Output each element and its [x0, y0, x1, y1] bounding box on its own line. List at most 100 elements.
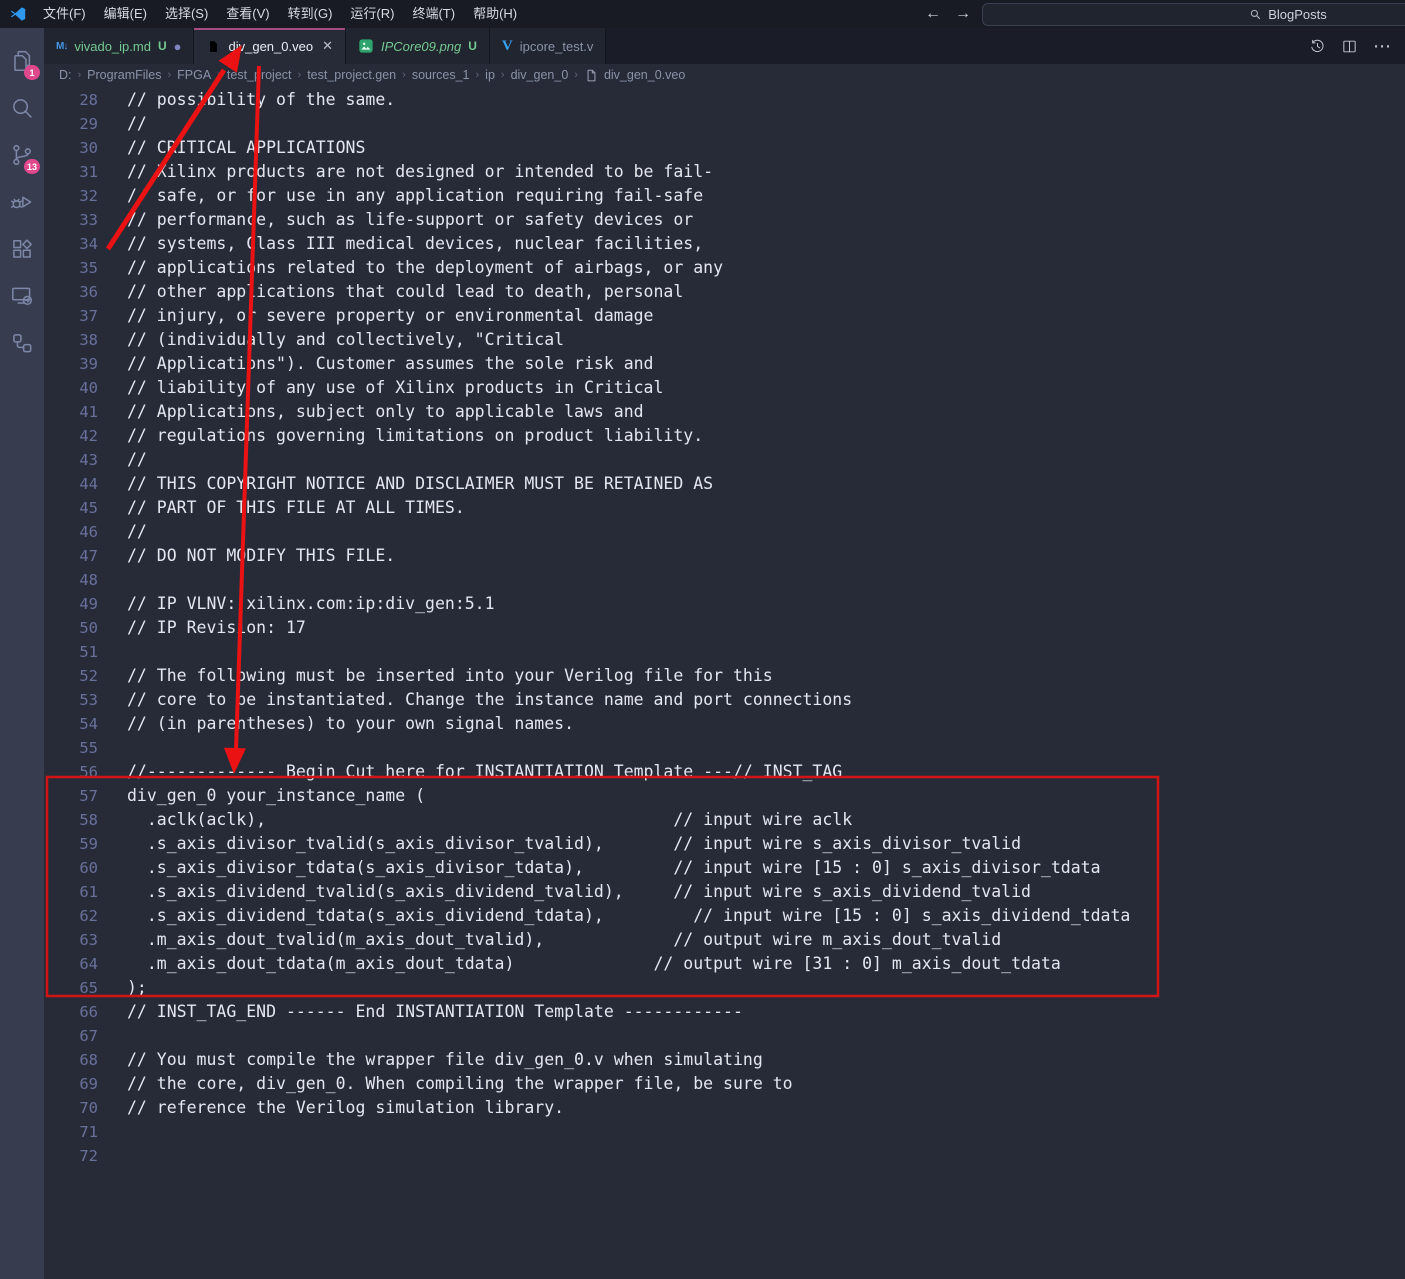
- file-icon: [206, 39, 221, 54]
- menu-selection[interactable]: 选择(S): [156, 0, 217, 28]
- command-center-search[interactable]: BlogPosts: [982, 3, 1405, 26]
- line-number: 31: [44, 160, 98, 184]
- code-text: // systems, Class III medical devices, n…: [127, 232, 703, 256]
- menu-file[interactable]: 文件(F): [34, 0, 95, 28]
- code-text: // IP VLNV: xilinx.com:ip:div_gen:5.1: [127, 592, 495, 616]
- line-number: 62: [44, 904, 98, 928]
- source-control-icon[interactable]: 13: [0, 131, 44, 178]
- code-text: .aclk(aclk), // input wire aclk: [127, 808, 852, 832]
- code-editor[interactable]: 28// possibility of the same.29//30// CR…: [44, 86, 1405, 1279]
- code-line: 64 .m_axis_dout_tdata(m_axis_dout_tdata)…: [44, 952, 1405, 976]
- code-line: 62 .s_axis_dividend_tdata(s_axis_dividen…: [44, 904, 1405, 928]
- tab-div-gen-0-veo[interactable]: div_gen_0.veo✕: [194, 28, 345, 64]
- line-number: 42: [44, 424, 98, 448]
- line-number: 51: [44, 640, 98, 664]
- menu-view[interactable]: 查看(V): [217, 0, 278, 28]
- code-text: div_gen_0 your_instance_name (: [127, 784, 425, 808]
- code-line: 66// INST_TAG_END ------ End INSTANTIATI…: [44, 1000, 1405, 1024]
- code-text: // The following must be inserted into y…: [127, 664, 773, 688]
- line-number: 66: [44, 1000, 98, 1024]
- line-number: 58: [44, 808, 98, 832]
- line-number: 41: [44, 400, 98, 424]
- history-icon[interactable]: [1309, 38, 1326, 55]
- nav-back-button[interactable]: ←: [925, 0, 941, 28]
- code-line: 30// CRITICAL APPLICATIONS: [44, 136, 1405, 160]
- code-line: 28// possibility of the same.: [44, 88, 1405, 112]
- line-number: 39: [44, 352, 98, 376]
- breadcrumb-item[interactable]: FPGA: [177, 68, 211, 82]
- explorer-badge: 1: [24, 65, 40, 80]
- breadcrumb-separator: ›: [298, 69, 302, 81]
- breadcrumb-separator: ›: [78, 69, 82, 81]
- code-line: 65);: [44, 976, 1405, 1000]
- breadcrumb-item[interactable]: ProgramFiles: [87, 68, 161, 82]
- tab-label: vivado_ip.md: [74, 39, 151, 54]
- tab-ipcore-test-v[interactable]: Vipcore_test.v: [490, 28, 607, 64]
- line-number: 35: [44, 256, 98, 280]
- code-text: // core to be instantiated. Change the i…: [127, 688, 852, 712]
- line-number: 34: [44, 232, 98, 256]
- tabs-container: M↓vivado_ip.mdU●div_gen_0.veo✕IPCore09.p…: [44, 28, 606, 64]
- code-text: // DO NOT MODIFY THIS FILE.: [127, 544, 395, 568]
- line-number: 50: [44, 616, 98, 640]
- extensions-icon[interactable]: [0, 225, 44, 272]
- code-text: // reference the Verilog simulation libr…: [127, 1096, 564, 1120]
- search-icon[interactable]: [0, 84, 44, 131]
- nav-forward-button[interactable]: →: [955, 0, 971, 28]
- hierarchy-icon[interactable]: [0, 319, 44, 366]
- menu-run[interactable]: 运行(R): [341, 0, 403, 28]
- code-line: 34 // systems, Class III medical devices,…: [44, 232, 1405, 256]
- breadcrumb-item[interactable]: div_gen_0: [511, 68, 569, 82]
- breadcrumb-item[interactable]: test_project.gen: [307, 68, 396, 82]
- code-line: 69// the core, div_gen_0. When compiling…: [44, 1072, 1405, 1096]
- code-line: 60 .s_axis_divisor_tdata(s_axis_divisor_…: [44, 856, 1405, 880]
- menu-goto[interactable]: 转到(G): [279, 0, 342, 28]
- code-line: 68// You must compile the wrapper file d…: [44, 1048, 1405, 1072]
- breadcrumb-item[interactable]: test_project: [227, 68, 292, 82]
- close-icon[interactable]: ✕: [322, 38, 333, 54]
- tab-ipcore09-png[interactable]: IPCore09.png U: [346, 28, 490, 64]
- vscode-logo-icon: [8, 4, 28, 24]
- more-actions-icon[interactable]: ⋯: [1373, 37, 1391, 55]
- editor-actions: ⋯: [1309, 28, 1405, 64]
- code-line: 52// The following must be inserted into…: [44, 664, 1405, 688]
- image-icon: [358, 38, 374, 54]
- line-number: 29: [44, 112, 98, 136]
- split-editor-icon[interactable]: [1341, 38, 1358, 55]
- code-text: // (individually and collectively, "Crit…: [127, 328, 564, 352]
- breadcrumb-separator: ›: [168, 69, 172, 81]
- menu-terminal[interactable]: 终端(T): [403, 0, 464, 28]
- code-text: // applications related to the deploymen…: [127, 256, 723, 280]
- line-number: 71: [44, 1120, 98, 1144]
- code-text: // PART OF THIS FILE AT ALL TIMES.: [127, 496, 465, 520]
- code-line: 56//------------- Begin Cut here for INS…: [44, 760, 1405, 784]
- code-text: // THIS COPYRIGHT NOTICE AND DISCLAIMER …: [127, 472, 713, 496]
- code-text: // CRITICAL APPLICATIONS: [127, 136, 365, 160]
- breadcrumb-file[interactable]: div_gen_0.veo: [584, 68, 685, 83]
- menu-help[interactable]: 帮助(H): [464, 0, 526, 28]
- code-line: 33// performance, such as life-support o…: [44, 208, 1405, 232]
- code-text: // possibility of the same.: [127, 88, 395, 112]
- line-number: 67: [44, 1024, 98, 1048]
- breadcrumb[interactable]: D:›ProgramFiles›FPGA›test_project›test_p…: [44, 64, 1405, 86]
- code-line: 70// reference the Verilog simulation li…: [44, 1096, 1405, 1120]
- tab-vivado-ip-md[interactable]: M↓vivado_ip.mdU●: [44, 28, 194, 64]
- explorer-icon[interactable]: 1: [0, 37, 44, 84]
- line-number: 60: [44, 856, 98, 880]
- code-line: 44// THIS COPYRIGHT NOTICE AND DISCLAIME…: [44, 472, 1405, 496]
- code-text: // Applications, subject only to applica…: [127, 400, 644, 424]
- breadcrumb-item[interactable]: D:: [59, 68, 72, 82]
- code-text: // You must compile the wrapper file div…: [127, 1048, 763, 1072]
- code-text: // Applications"). Customer assumes the …: [127, 352, 654, 376]
- search-label: BlogPosts: [1268, 7, 1327, 22]
- code-line: 72: [44, 1144, 1405, 1168]
- run-debug-icon[interactable]: [0, 178, 44, 225]
- git-status-badge: U: [468, 39, 477, 53]
- tab-label: IPCore09.png: [381, 39, 461, 54]
- breadcrumb-item[interactable]: ip: [485, 68, 495, 82]
- code-line: 71: [44, 1120, 1405, 1144]
- menu-edit[interactable]: 编辑(E): [95, 0, 156, 28]
- remote-explorer-icon[interactable]: [0, 272, 44, 319]
- breadcrumb-item[interactable]: sources_1: [412, 68, 470, 82]
- line-number: 72: [44, 1144, 98, 1168]
